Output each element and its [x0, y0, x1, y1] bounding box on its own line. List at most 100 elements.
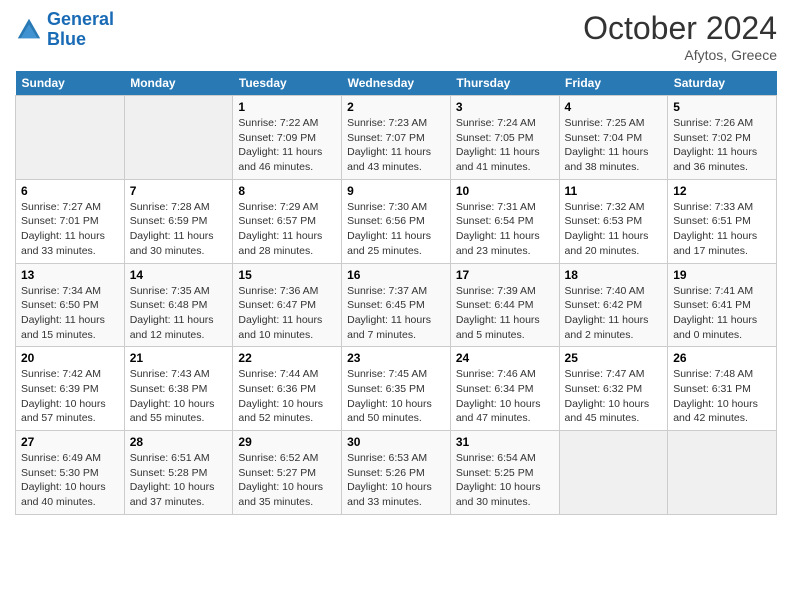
day-info: Sunrise: 7:31 AMSunset: 6:54 PMDaylight:… — [456, 200, 554, 259]
day-number: 12 — [673, 184, 771, 198]
calendar-week-row: 1 Sunrise: 7:22 AMSunset: 7:09 PMDaylight… — [16, 96, 777, 180]
day-info: Sunrise: 7:46 AMSunset: 6:34 PMDaylight:… — [456, 367, 554, 426]
day-number: 1 — [238, 100, 336, 114]
day-number: 13 — [21, 268, 119, 282]
calendar-cell — [559, 431, 668, 515]
title-block: October 2024 Afytos, Greece — [583, 10, 777, 63]
day-number: 15 — [238, 268, 336, 282]
day-info: Sunrise: 7:43 AMSunset: 6:38 PMDaylight:… — [130, 367, 228, 426]
day-info: Sunrise: 7:22 AMSunset: 7:09 PMDaylight:… — [238, 116, 336, 175]
day-info: Sunrise: 7:37 AMSunset: 6:45 PMDaylight:… — [347, 284, 445, 343]
day-number: 5 — [673, 100, 771, 114]
day-info: Sunrise: 7:29 AMSunset: 6:57 PMDaylight:… — [238, 200, 336, 259]
day-info: Sunrise: 7:33 AMSunset: 6:51 PMDaylight:… — [673, 200, 771, 259]
calendar-cell: 19 Sunrise: 7:41 AMSunset: 6:41 PMDayligh… — [668, 263, 777, 347]
calendar-cell: 10 Sunrise: 7:31 AMSunset: 6:54 PMDayligh… — [450, 179, 559, 263]
day-number: 2 — [347, 100, 445, 114]
calendar-cell: 21 Sunrise: 7:43 AMSunset: 6:38 PMDayligh… — [124, 347, 233, 431]
day-number: 25 — [565, 351, 663, 365]
day-number: 21 — [130, 351, 228, 365]
day-info: Sunrise: 7:48 AMSunset: 6:31 PMDaylight:… — [673, 367, 771, 426]
day-number: 3 — [456, 100, 554, 114]
calendar-week-row: 20Sunrise: 7:42 AMSunset: 6:39 PMDayligh… — [16, 347, 777, 431]
day-info: Sunrise: 7:39 AMSunset: 6:44 PMDaylight:… — [456, 284, 554, 343]
day-number: 27 — [21, 435, 119, 449]
day-info: Sunrise: 7:42 AMSunset: 6:39 PMDaylight:… — [21, 367, 119, 426]
calendar-cell: 14 Sunrise: 7:35 AMSunset: 6:48 PMDayligh… — [124, 263, 233, 347]
day-number: 7 — [130, 184, 228, 198]
day-info: Sunrise: 7:32 AMSunset: 6:53 PMDaylight:… — [565, 200, 663, 259]
header-tuesday: Tuesday — [233, 71, 342, 96]
logo-text: General Blue — [47, 10, 114, 50]
calendar-cell: 30 Sunrise: 6:53 AMSunset: 5:26 PMDayligh… — [342, 431, 451, 515]
calendar-cell: 8 Sunrise: 7:29 AMSunset: 6:57 PMDaylight… — [233, 179, 342, 263]
calendar-week-row: 13 Sunrise: 7:34 AMSunset: 6:50 PMDayligh… — [16, 263, 777, 347]
logo-blue: Blue — [47, 29, 86, 49]
calendar-cell: 2 Sunrise: 7:23 AMSunset: 7:07 PMDaylight… — [342, 96, 451, 180]
calendar-cell: 7Sunrise: 7:28 AMSunset: 6:59 PMDaylight… — [124, 179, 233, 263]
day-info: Sunrise: 7:47 AMSunset: 6:32 PMDaylight:… — [565, 367, 663, 426]
day-number: 14 — [130, 268, 228, 282]
day-number: 9 — [347, 184, 445, 198]
day-number: 11 — [565, 184, 663, 198]
day-info: Sunrise: 7:35 AMSunset: 6:48 PMDaylight:… — [130, 284, 228, 343]
calendar-cell — [124, 96, 233, 180]
calendar-week-row: 27 Sunrise: 6:49 AMSunset: 5:30 PMDayligh… — [16, 431, 777, 515]
header-monday: Monday — [124, 71, 233, 96]
day-info: Sunrise: 6:52 AMSunset: 5:27 PMDaylight:… — [238, 451, 336, 510]
day-number: 31 — [456, 435, 554, 449]
day-info: Sunrise: 7:30 AMSunset: 6:56 PMDaylight:… — [347, 200, 445, 259]
day-info: Sunrise: 7:45 AMSunset: 6:35 PMDaylight:… — [347, 367, 445, 426]
day-info: Sunrise: 7:41 AMSunset: 6:41 PMDaylight:… — [673, 284, 771, 343]
day-info: Sunrise: 6:49 AMSunset: 5:30 PMDaylight:… — [21, 451, 119, 510]
calendar-cell: 11 Sunrise: 7:32 AMSunset: 6:53 PMDayligh… — [559, 179, 668, 263]
day-info: Sunrise: 7:36 AMSunset: 6:47 PMDaylight:… — [238, 284, 336, 343]
calendar-cell: 6 Sunrise: 7:27 AMSunset: 7:01 PMDaylight… — [16, 179, 125, 263]
calendar-cell: 17Sunrise: 7:39 AMSunset: 6:44 PMDayligh… — [450, 263, 559, 347]
day-number: 30 — [347, 435, 445, 449]
day-number: 23 — [347, 351, 445, 365]
header-sunday: Sunday — [16, 71, 125, 96]
day-info: Sunrise: 7:40 AMSunset: 6:42 PMDaylight:… — [565, 284, 663, 343]
calendar-cell: 31Sunrise: 6:54 AMSunset: 5:25 PMDayligh… — [450, 431, 559, 515]
day-info: Sunrise: 6:51 AMSunset: 5:28 PMDaylight:… — [130, 451, 228, 510]
calendar-cell: 24Sunrise: 7:46 AMSunset: 6:34 PMDayligh… — [450, 347, 559, 431]
calendar-cell — [668, 431, 777, 515]
header-friday: Friday — [559, 71, 668, 96]
day-info: Sunrise: 6:53 AMSunset: 5:26 PMDaylight:… — [347, 451, 445, 510]
day-number: 18 — [565, 268, 663, 282]
calendar-cell: 25 Sunrise: 7:47 AMSunset: 6:32 PMDayligh… — [559, 347, 668, 431]
day-number: 10 — [456, 184, 554, 198]
day-info: Sunrise: 7:24 AMSunset: 7:05 PMDaylight:… — [456, 116, 554, 175]
calendar-cell: 13 Sunrise: 7:34 AMSunset: 6:50 PMDayligh… — [16, 263, 125, 347]
calendar-cell: 15 Sunrise: 7:36 AMSunset: 6:47 PMDayligh… — [233, 263, 342, 347]
day-number: 22 — [238, 351, 336, 365]
calendar-title: October 2024 — [583, 10, 777, 47]
calendar-cell: 29Sunrise: 6:52 AMSunset: 5:27 PMDayligh… — [233, 431, 342, 515]
calendar-cell: 12 Sunrise: 7:33 AMSunset: 6:51 PMDayligh… — [668, 179, 777, 263]
calendar-header-row: SundayMondayTuesdayWednesdayThursdayFrid… — [16, 71, 777, 96]
calendar-cell: 4Sunrise: 7:25 AMSunset: 7:04 PMDaylight… — [559, 96, 668, 180]
calendar-table: SundayMondayTuesdayWednesdayThursdayFrid… — [15, 71, 777, 515]
day-number: 6 — [21, 184, 119, 198]
day-number: 19 — [673, 268, 771, 282]
day-number: 16 — [347, 268, 445, 282]
logo: General Blue — [15, 10, 114, 50]
calendar-cell: 23 Sunrise: 7:45 AMSunset: 6:35 PMDayligh… — [342, 347, 451, 431]
calendar-cell: 5 Sunrise: 7:26 AMSunset: 7:02 PMDaylight… — [668, 96, 777, 180]
day-info: Sunrise: 7:23 AMSunset: 7:07 PMDaylight:… — [347, 116, 445, 175]
day-info: Sunrise: 7:34 AMSunset: 6:50 PMDaylight:… — [21, 284, 119, 343]
day-info: Sunrise: 7:44 AMSunset: 6:36 PMDaylight:… — [238, 367, 336, 426]
calendar-cell: 20Sunrise: 7:42 AMSunset: 6:39 PMDayligh… — [16, 347, 125, 431]
logo-general: General — [47, 9, 114, 29]
calendar-cell — [16, 96, 125, 180]
calendar-cell: 27 Sunrise: 6:49 AMSunset: 5:30 PMDayligh… — [16, 431, 125, 515]
calendar-cell: 18 Sunrise: 7:40 AMSunset: 6:42 PMDayligh… — [559, 263, 668, 347]
day-info: Sunrise: 7:27 AMSunset: 7:01 PMDaylight:… — [21, 200, 119, 259]
calendar-week-row: 6 Sunrise: 7:27 AMSunset: 7:01 PMDaylight… — [16, 179, 777, 263]
day-number: 8 — [238, 184, 336, 198]
calendar-cell: 28Sunrise: 6:51 AMSunset: 5:28 PMDayligh… — [124, 431, 233, 515]
calendar-cell: 3 Sunrise: 7:24 AMSunset: 7:05 PMDaylight… — [450, 96, 559, 180]
day-info: Sunrise: 7:26 AMSunset: 7:02 PMDaylight:… — [673, 116, 771, 175]
calendar-cell: 1 Sunrise: 7:22 AMSunset: 7:09 PMDaylight… — [233, 96, 342, 180]
